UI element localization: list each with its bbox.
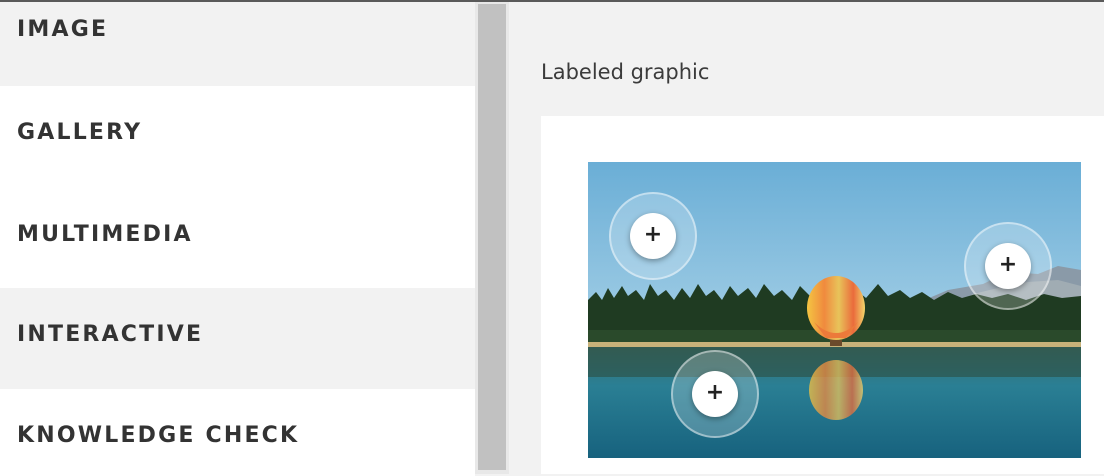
sidebar-item-interactive[interactable]: INTERACTIVE bbox=[0, 288, 475, 389]
scrollbar-thumb[interactable] bbox=[478, 4, 506, 470]
block-title: Labeled graphic bbox=[541, 60, 710, 84]
hotspot-marker-3[interactable]: + bbox=[671, 350, 759, 438]
sidebar-item-label: INTERACTIVE bbox=[17, 322, 204, 347]
plus-icon[interactable]: + bbox=[985, 243, 1031, 289]
hotspot-marker-2[interactable]: + bbox=[964, 222, 1052, 310]
labeled-graphic-card[interactable]: + + + bbox=[541, 116, 1104, 474]
sidebar-item-label: IMAGE bbox=[17, 17, 109, 42]
balloon-lake-image: + + + bbox=[588, 162, 1081, 458]
block-category-sidebar: IMAGE GALLERY MULTIMEDIA INTERACTIVE KNO… bbox=[0, 2, 475, 476]
sidebar-scrollbar[interactable] bbox=[475, 2, 509, 474]
sidebar-item-label: KNOWLEDGE CHECK bbox=[17, 423, 300, 448]
sidebar-item-image[interactable]: IMAGE bbox=[0, 2, 475, 86]
sidebar-item-label: MULTIMEDIA bbox=[17, 222, 193, 247]
hotspot-marker-1[interactable]: + bbox=[609, 192, 697, 280]
sidebar-item-knowledge-check[interactable]: KNOWLEDGE CHECK bbox=[0, 389, 475, 476]
block-preview-panel: Labeled graphic + + + bbox=[509, 2, 1104, 474]
plus-icon[interactable]: + bbox=[630, 213, 676, 259]
sidebar-item-gallery[interactable]: GALLERY bbox=[0, 86, 475, 187]
sidebar-item-multimedia[interactable]: MULTIMEDIA bbox=[0, 187, 475, 288]
sidebar-item-label: GALLERY bbox=[17, 120, 143, 145]
plus-icon[interactable]: + bbox=[692, 371, 738, 417]
